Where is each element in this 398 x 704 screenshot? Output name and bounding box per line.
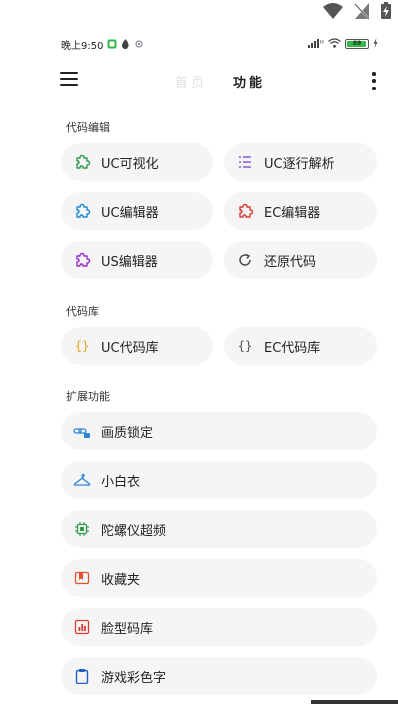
favorites-label: 收藏夹 <box>101 572 141 588</box>
more-options-icon[interactable] <box>370 72 378 90</box>
uc-visual-label: UC可视化 <box>101 156 159 172</box>
face-code-lib-label: 脸型码库 <box>101 621 154 637</box>
ec-code-lib-button[interactable]: {} EC代码库 <box>224 327 377 365</box>
game-color-text-label: 游戏彩色字 <box>101 670 167 686</box>
section-title-ext: 扩展功能 <box>66 390 110 403</box>
uc-editor-button[interactable]: UC编辑器 <box>61 192 213 230</box>
puzzle-icon <box>73 153 91 171</box>
section-title-code-lib: 代码库 <box>66 305 99 318</box>
battery-indicator: 89 <box>345 39 369 49</box>
face-code-lib-button[interactable]: 脸型码库 <box>61 608 377 646</box>
tab-functions[interactable]: 功能 <box>233 72 265 91</box>
app-badge-icon <box>107 39 117 49</box>
restore-code-label: 还原代码 <box>264 254 317 270</box>
signal-icon: HD <box>308 38 328 51</box>
puzzle-icon <box>236 202 254 220</box>
braces-icon: {} <box>237 339 253 353</box>
status-time: 晚上9:50 <box>61 40 104 52</box>
list-icon <box>236 153 254 171</box>
chart-box-icon <box>73 618 91 636</box>
uc-visual-button[interactable]: UC可视化 <box>61 143 213 181</box>
menu-icon[interactable] <box>60 72 78 88</box>
system-status-bar <box>0 0 398 24</box>
chip-icon <box>73 520 91 538</box>
uc-code-lib-label: UC代码库 <box>101 340 159 356</box>
bookmark-box-icon <box>73 569 91 587</box>
clipboard-icon <box>73 667 91 685</box>
uc-line-parse-label: UC逐行解析 <box>264 156 335 172</box>
no-sim-icon <box>354 2 370 24</box>
ec-editor-button[interactable]: EC编辑器 <box>224 192 377 230</box>
bottom-edge-bar <box>311 700 398 704</box>
bug-icon <box>134 39 144 49</box>
quality-lock-label: 画质锁定 <box>101 425 154 441</box>
app-bar: 首页 功能 <box>0 66 398 94</box>
game-color-text-button[interactable]: 游戏彩色字 <box>61 657 377 695</box>
puzzle-icon <box>73 202 91 220</box>
svg-text:HD: HD <box>320 40 324 46</box>
us-editor-button[interactable]: US编辑器 <box>61 241 213 279</box>
us-editor-label: US编辑器 <box>101 254 158 270</box>
quality-lock-button[interactable]: 画质锁定 <box>61 412 377 450</box>
ec-editor-label: EC编辑器 <box>264 205 321 221</box>
battery-charging-icon <box>380 2 392 24</box>
gyro-overclock-button[interactable]: 陀螺仪超频 <box>61 510 377 548</box>
ec-code-lib-label: EC代码库 <box>264 340 321 356</box>
flame-icon <box>121 39 130 49</box>
app-status-line: 晚上9:50 HD 89 <box>61 36 378 52</box>
gyro-overclock-label: 陀螺仪超频 <box>101 523 167 539</box>
restore-code-button[interactable]: 还原代码 <box>224 241 377 279</box>
refresh-icon <box>236 251 254 269</box>
hanger-icon <box>73 471 91 489</box>
uc-code-lib-button[interactable]: {} UC代码库 <box>61 327 213 365</box>
wifi-icon <box>322 2 344 24</box>
puzzle-icon <box>73 251 91 269</box>
link-lock-icon <box>73 422 91 440</box>
white-skin-label: 小白衣 <box>101 474 141 490</box>
section-title-code-edit: 代码编辑 <box>66 121 110 134</box>
battery-level: 89 <box>352 40 362 47</box>
tab-home[interactable]: 首页 <box>175 72 207 91</box>
white-skin-button[interactable]: 小白衣 <box>61 461 377 499</box>
braces-icon: {} <box>74 339 90 353</box>
favorites-button[interactable]: 收藏夹 <box>61 559 377 597</box>
wifi-small-icon <box>328 37 341 51</box>
uc-line-parse-button[interactable]: UC逐行解析 <box>224 143 377 181</box>
charging-bolt-icon <box>373 37 378 51</box>
uc-editor-label: UC编辑器 <box>101 205 159 221</box>
